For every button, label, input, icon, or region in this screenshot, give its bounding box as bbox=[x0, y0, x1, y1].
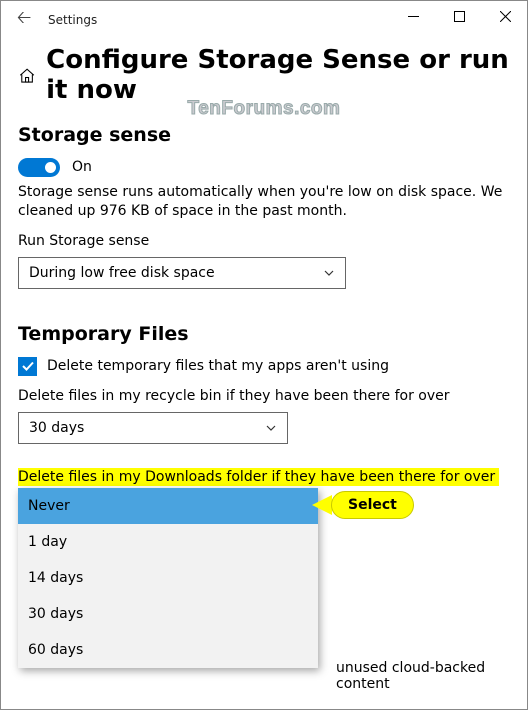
minimize-button[interactable] bbox=[390, 0, 436, 32]
dropdown-option-never[interactable]: Never bbox=[18, 488, 318, 524]
recycle-bin-dropdown[interactable]: 30 days bbox=[18, 412, 288, 444]
recycle-bin-label: Delete files in my recycle bin if they h… bbox=[18, 388, 510, 404]
storage-sense-toggle[interactable] bbox=[18, 158, 60, 177]
downloads-label-highlighted: Delete files in my Downloads folder if t… bbox=[18, 468, 499, 486]
dropdown-option-30days[interactable]: 30 days bbox=[18, 596, 318, 632]
chevron-down-icon bbox=[323, 267, 335, 279]
close-button[interactable] bbox=[482, 0, 528, 32]
run-storage-sense-label: Run Storage sense bbox=[18, 233, 510, 249]
delete-temp-checkbox[interactable] bbox=[18, 357, 37, 376]
dropdown-option-60days[interactable]: 60 days bbox=[18, 632, 318, 668]
cloud-content-text-fragment: unused cloud-backed content bbox=[336, 660, 528, 692]
delete-temp-label: Delete temporary files that my apps aren… bbox=[47, 358, 389, 374]
temporary-files-heading: Temporary Files bbox=[18, 323, 510, 345]
toggle-state-label: On bbox=[72, 159, 92, 175]
maximize-button[interactable] bbox=[436, 0, 482, 32]
run-storage-sense-value: During low free disk space bbox=[29, 265, 215, 281]
home-icon[interactable] bbox=[18, 65, 36, 87]
dropdown-option-1day[interactable]: 1 day bbox=[18, 524, 318, 560]
storage-sense-heading: Storage sense bbox=[18, 124, 510, 146]
dropdown-option-14days[interactable]: 14 days bbox=[18, 560, 318, 596]
select-callout: Select bbox=[312, 491, 414, 519]
chevron-down-icon bbox=[265, 422, 277, 434]
storage-sense-description: Storage sense runs automatically when yo… bbox=[18, 183, 510, 221]
page-title: Configure Storage Sense or run it now bbox=[46, 46, 510, 106]
back-button[interactable]: 🡠 bbox=[10, 5, 38, 35]
downloads-dropdown-open[interactable]: Never 1 day 14 days 30 days 60 days Sele… bbox=[18, 488, 318, 668]
run-storage-sense-dropdown[interactable]: During low free disk space bbox=[18, 257, 346, 289]
app-name: Settings bbox=[48, 13, 97, 27]
recycle-bin-value: 30 days bbox=[29, 420, 84, 436]
select-callout-text: Select bbox=[331, 491, 414, 519]
